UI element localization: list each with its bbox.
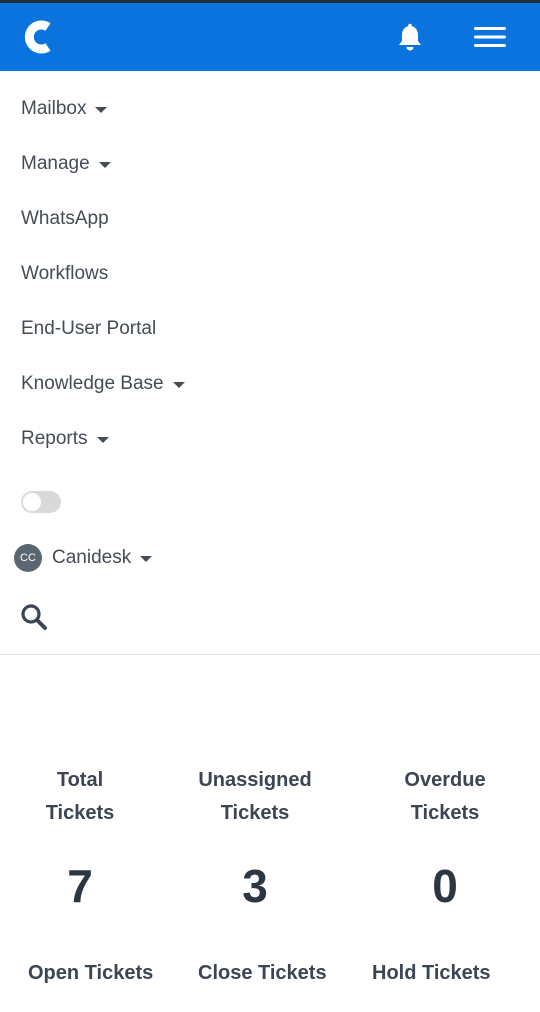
- nav-item-reports[interactable]: Reports: [21, 424, 109, 454]
- caret-down-icon: [98, 162, 111, 168]
- stat-label-line1: Overdue: [404, 769, 486, 791]
- divider: [0, 654, 540, 655]
- nav-item-label: End-User Portal: [21, 318, 157, 339]
- stat-value-total[interactable]: 7: [0, 861, 165, 911]
- nav-item-label: Workflows: [21, 263, 109, 284]
- search-icon[interactable]: [20, 603, 48, 631]
- stat-label-open: Open Tickets: [28, 962, 154, 984]
- nav-item-label: Mailbox: [21, 98, 87, 119]
- nav-item-whatsapp[interactable]: WhatsApp: [21, 204, 109, 234]
- nav-item-label: Manage: [21, 153, 90, 174]
- toggle-knob: [23, 493, 41, 511]
- stat-label-line2: Tickets: [45, 802, 115, 824]
- stat-label-line2: Tickets: [410, 802, 480, 824]
- avatar[interactable]: CC: [14, 544, 42, 572]
- account-menu[interactable]: Canidesk: [52, 543, 153, 573]
- caret-down-icon: [96, 437, 109, 443]
- stat-label-total: Total Tickets: [0, 764, 165, 830]
- hamburger-menu-icon[interactable]: [472, 23, 508, 51]
- caret-down-icon: [172, 382, 185, 388]
- stat-label-line2: Tickets: [220, 802, 290, 824]
- nav-item-knowledge-base[interactable]: Knowledge Base: [21, 369, 185, 399]
- stat-label-line1: Total: [56, 769, 104, 791]
- nav-item-label: Reports: [21, 428, 88, 449]
- account-name: Canidesk: [52, 547, 132, 568]
- stat-label-overdue: Overdue Tickets: [360, 764, 530, 830]
- app-header: [0, 3, 540, 71]
- stat-label-hold: Hold Tickets: [372, 962, 491, 984]
- caret-down-icon: [140, 556, 153, 562]
- nav-item-label: Knowledge Base: [21, 373, 164, 394]
- stat-label-line1: Unassigned: [198, 769, 312, 791]
- nav-item-mailbox[interactable]: Mailbox: [21, 94, 108, 124]
- caret-down-icon: [95, 107, 108, 113]
- canidesk-logo-icon[interactable]: [22, 19, 54, 55]
- stat-value-unassigned[interactable]: 3: [170, 861, 340, 911]
- nav-item-label: WhatsApp: [21, 208, 109, 229]
- stat-value-overdue[interactable]: 0: [360, 861, 530, 911]
- stat-label-close: Close Tickets: [198, 962, 327, 984]
- nav-item-workflows[interactable]: Workflows: [21, 259, 108, 289]
- bell-icon[interactable]: [396, 23, 424, 53]
- nav-item-manage[interactable]: Manage: [21, 149, 111, 179]
- stat-label-unassigned: Unassigned Tickets: [170, 764, 340, 830]
- theme-toggle[interactable]: [21, 491, 61, 513]
- nav-item-end-user-portal[interactable]: End-User Portal: [21, 314, 156, 344]
